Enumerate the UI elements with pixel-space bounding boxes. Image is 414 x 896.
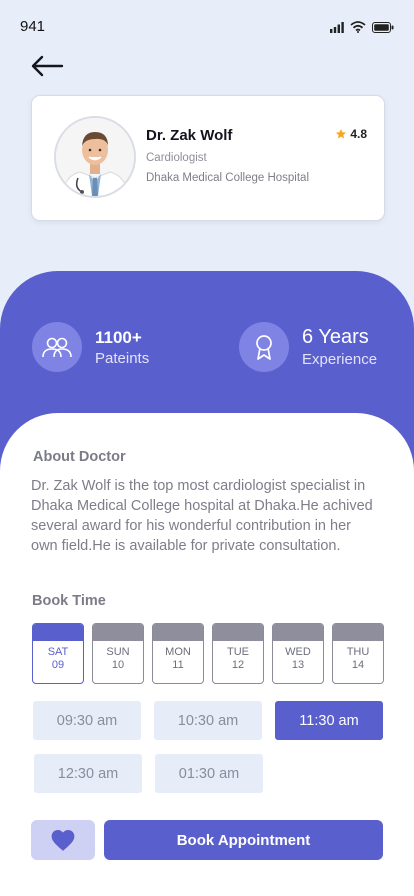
- stat-experience: 6 Years Experience: [239, 322, 377, 372]
- day-mon[interactable]: MON 11: [152, 623, 204, 684]
- time-slot-1030[interactable]: 10:30 am: [154, 701, 262, 740]
- stat-patients-value: 1100+: [95, 327, 142, 347]
- about-text: Dr. Zak Wolf is the top most cardiologis…: [31, 478, 373, 554]
- wifi-icon: [350, 21, 366, 33]
- rating-value: 4.8: [350, 127, 367, 141]
- signal-icon: [330, 21, 344, 33]
- stat-experience-label: Experience: [302, 351, 378, 368]
- day-thu[interactable]: THU 14: [332, 623, 384, 684]
- time-slot-0930[interactable]: 09:30 am: [33, 701, 141, 740]
- day-tue[interactable]: TUE 12: [212, 623, 264, 684]
- book-appointment-button[interactable]: Book Appointment: [104, 820, 383, 860]
- time-slot-1130[interactable]: 11:30 am: [275, 701, 383, 740]
- status-bar: 941: [0, 0, 414, 50]
- award-icon: [239, 322, 289, 372]
- book-time-title: Book Time: [32, 593, 106, 609]
- about-title: About Doctor: [33, 449, 126, 465]
- day-sat[interactable]: SAT 09: [32, 623, 84, 684]
- day-wed[interactable]: WED 13: [272, 623, 324, 684]
- stat-experience-value: 6 Years: [302, 326, 369, 348]
- doctor-rating: 4.8: [335, 127, 367, 141]
- doctor-hospital: Dhaka Medical College Hospital: [146, 172, 309, 184]
- doctor-avatar: [54, 116, 136, 198]
- status-icons: [330, 21, 394, 33]
- day-selector: SAT 09 SUN 10 MON 11 TUE 12 WED 13 THU 1…: [32, 623, 384, 684]
- favorite-button[interactable]: [31, 820, 95, 860]
- doctor-name: Dr. Zak Wolf: [146, 127, 233, 144]
- users-icon: [32, 322, 82, 372]
- doctor-specialty: Cardiologist: [146, 152, 207, 164]
- back-button[interactable]: [30, 54, 64, 78]
- battery-icon: [372, 21, 394, 33]
- stat-patients-label: Pateints: [95, 349, 150, 367]
- star-icon: [336, 129, 347, 139]
- heart-icon: [51, 830, 75, 851]
- arrow-left-icon: [31, 55, 64, 77]
- time-slot-1230[interactable]: 12:30 am: [34, 754, 142, 793]
- doctor-card[interactable]: Dr. Zak Wolf 4.8 Cardiologist Dhaka Medi…: [31, 95, 385, 221]
- time-slot-0130[interactable]: 01:30 am: [155, 754, 263, 793]
- stat-patients: 1100+ Pateints: [32, 322, 149, 372]
- day-sun[interactable]: SUN 10: [92, 623, 144, 684]
- status-time: 941: [20, 18, 46, 35]
